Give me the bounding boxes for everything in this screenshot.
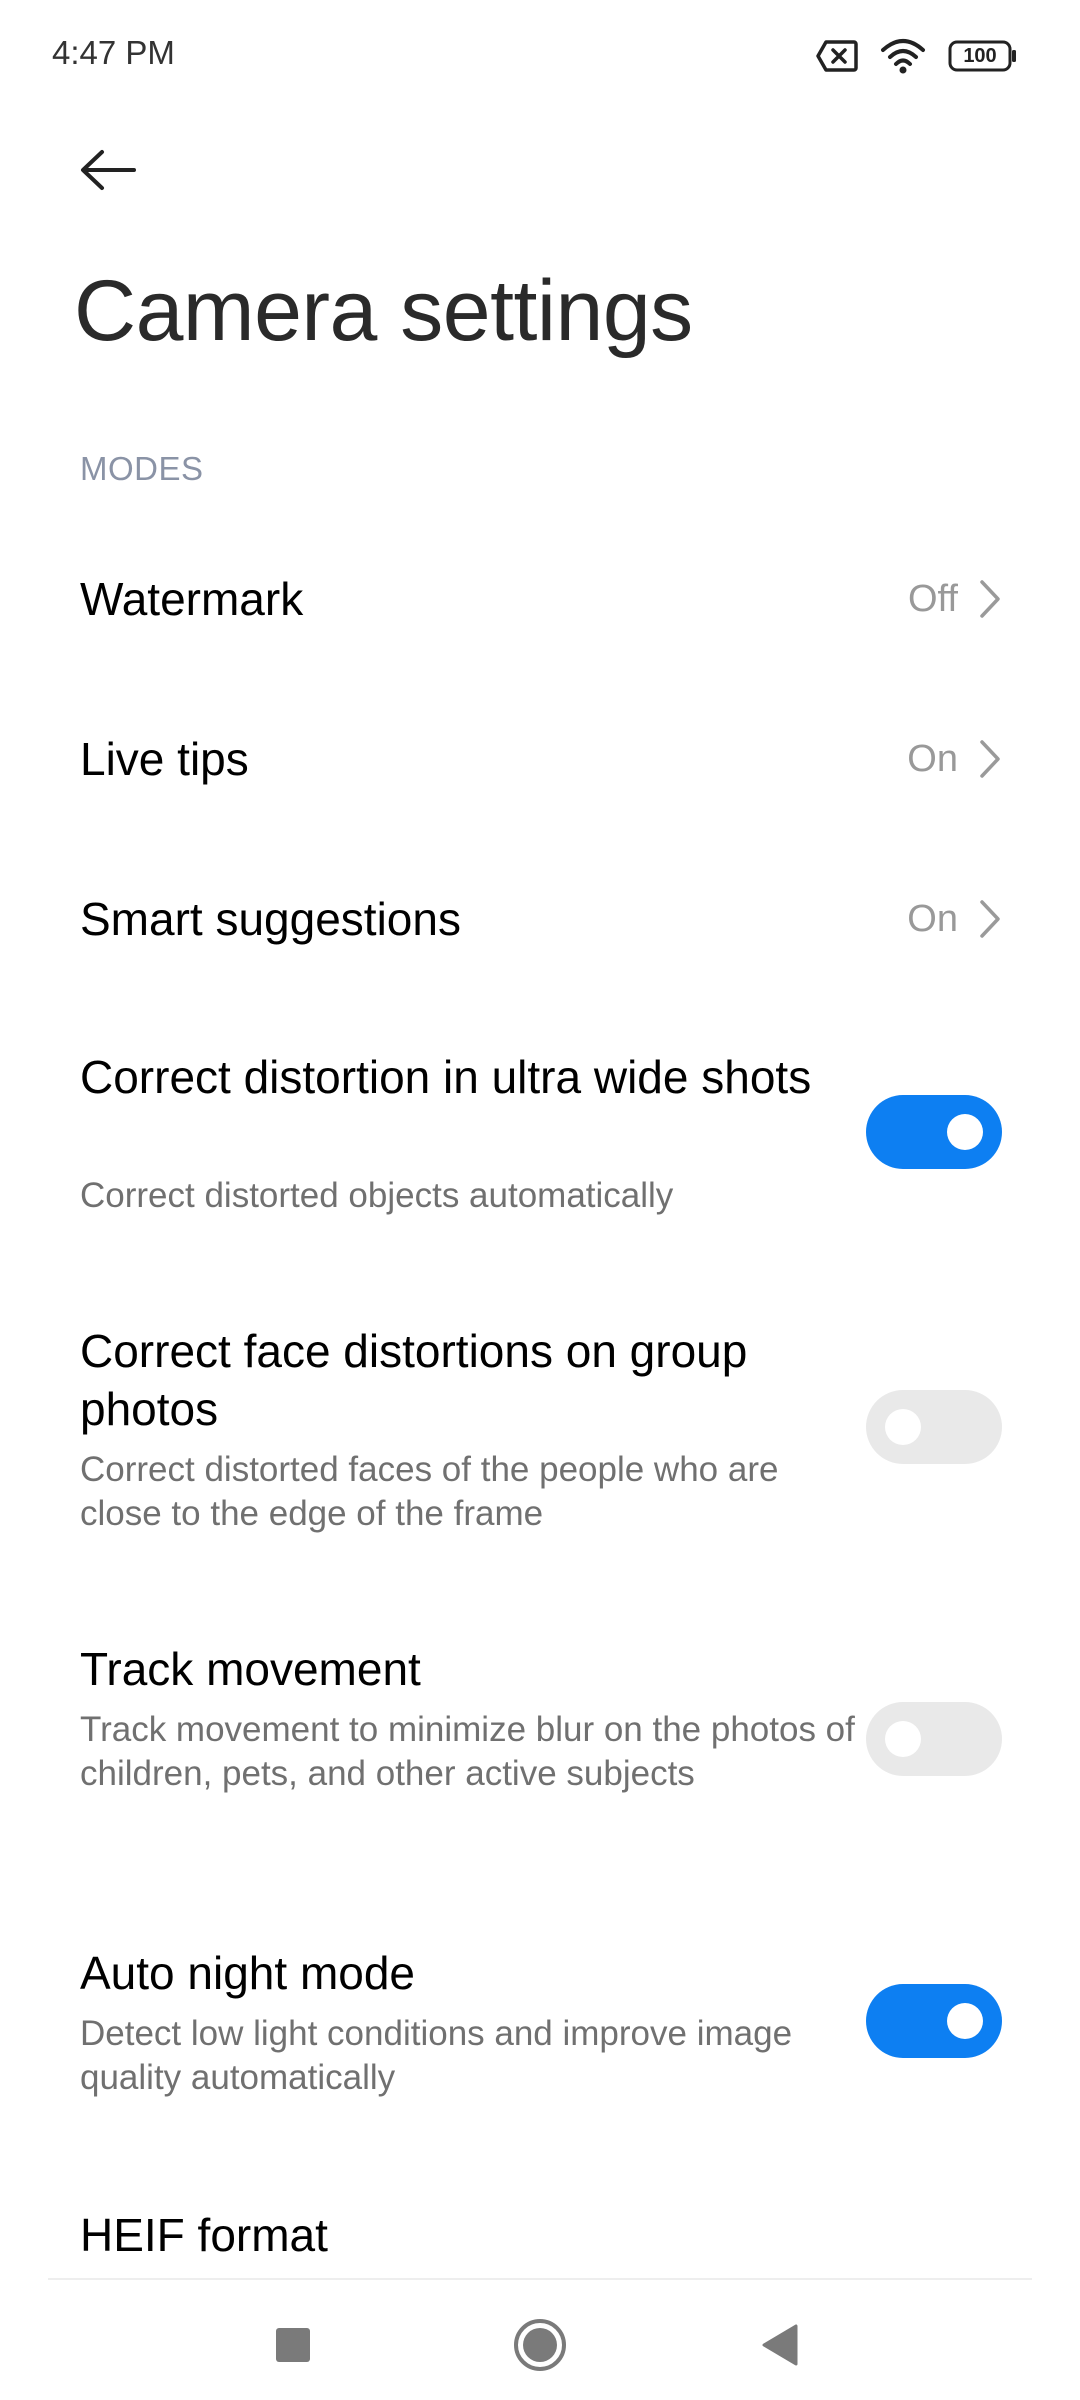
home-button[interactable]	[505, 2310, 575, 2380]
row-title: Track movement	[80, 1643, 421, 1695]
toggle-knob	[885, 1409, 921, 1445]
correct-face-distortion-toggle[interactable]	[866, 1390, 1002, 1464]
battery-level: 100	[963, 45, 997, 67]
correct-face-distortion-row[interactable]: Correct face distortions on group photos…	[0, 1314, 1080, 1584]
toggle-knob	[947, 1114, 983, 1150]
status-time: 4:47 PM	[52, 34, 175, 71]
navigation-bar	[0, 2280, 1080, 2400]
row-subtitle: Correct distorted objects automatically	[80, 1176, 674, 1215]
chevron-right-icon	[980, 900, 1000, 938]
page-title: Camera settings	[74, 263, 693, 359]
track-movement-row[interactable]: Track movement Track movement to minimiz…	[0, 1640, 1080, 1880]
row-value: Off	[908, 578, 958, 620]
no-sim-icon	[816, 40, 858, 72]
row-subtitle: Track movement to minimize blur on the p…	[80, 1710, 855, 1793]
heif-format-row[interactable]: HEIF format	[0, 2200, 1080, 2278]
correct-distortion-row[interactable]: Correct distortion in ultra wide shots C…	[0, 1040, 1080, 1270]
row-title: Correct face distortions on group photos	[80, 1325, 748, 1435]
status-icons: 100	[816, 36, 1018, 76]
row-subtitle: Detect low light conditions and improve …	[80, 2014, 793, 2097]
row-value: On	[907, 738, 958, 780]
chevron-right-icon	[980, 740, 1000, 778]
recents-button[interactable]	[258, 2310, 328, 2380]
back-nav-button[interactable]	[745, 2310, 815, 2380]
auto-night-mode-toggle[interactable]	[866, 1984, 1002, 2058]
row-title: Correct distortion in ultra wide shots	[80, 1051, 812, 1103]
battery-icon: 100	[948, 40, 1018, 72]
status-bar: 4:47 PM 100	[0, 0, 1080, 110]
row-title: HEIF format	[80, 2209, 328, 2261]
wifi-icon	[880, 38, 926, 74]
live-tips-row[interactable]: Live tips On	[0, 690, 1080, 830]
section-header-modes: MODES	[80, 450, 204, 487]
arrow-left-icon	[81, 150, 136, 190]
track-movement-toggle[interactable]	[866, 1702, 1002, 1776]
toggle-knob	[885, 1721, 921, 1757]
watermark-row[interactable]: Watermark Off	[0, 530, 1080, 670]
toggle-knob	[947, 2003, 983, 2039]
row-value: On	[907, 898, 958, 940]
circle-icon	[514, 2319, 566, 2371]
row-title: Watermark	[80, 573, 304, 625]
smart-suggestions-row[interactable]: Smart suggestions On	[0, 850, 1080, 990]
row-title: Live tips	[80, 733, 249, 785]
square-icon	[276, 2328, 310, 2362]
correct-distortion-toggle[interactable]	[866, 1095, 1002, 1169]
auto-night-mode-row[interactable]: Auto night mode Detect low light conditi…	[0, 1944, 1080, 2124]
triangle-back-icon	[762, 2324, 798, 2366]
row-title: Smart suggestions	[80, 893, 461, 945]
chevron-right-icon	[980, 580, 1000, 618]
row-title: Auto night mode	[80, 1947, 416, 1999]
row-subtitle: Correct distorted faces of the people wh…	[80, 1450, 779, 1533]
camera-settings-screen: 4:47 PM 100 Camera settings MODES Waterm…	[0, 0, 1080, 2400]
back-button[interactable]	[68, 130, 148, 210]
